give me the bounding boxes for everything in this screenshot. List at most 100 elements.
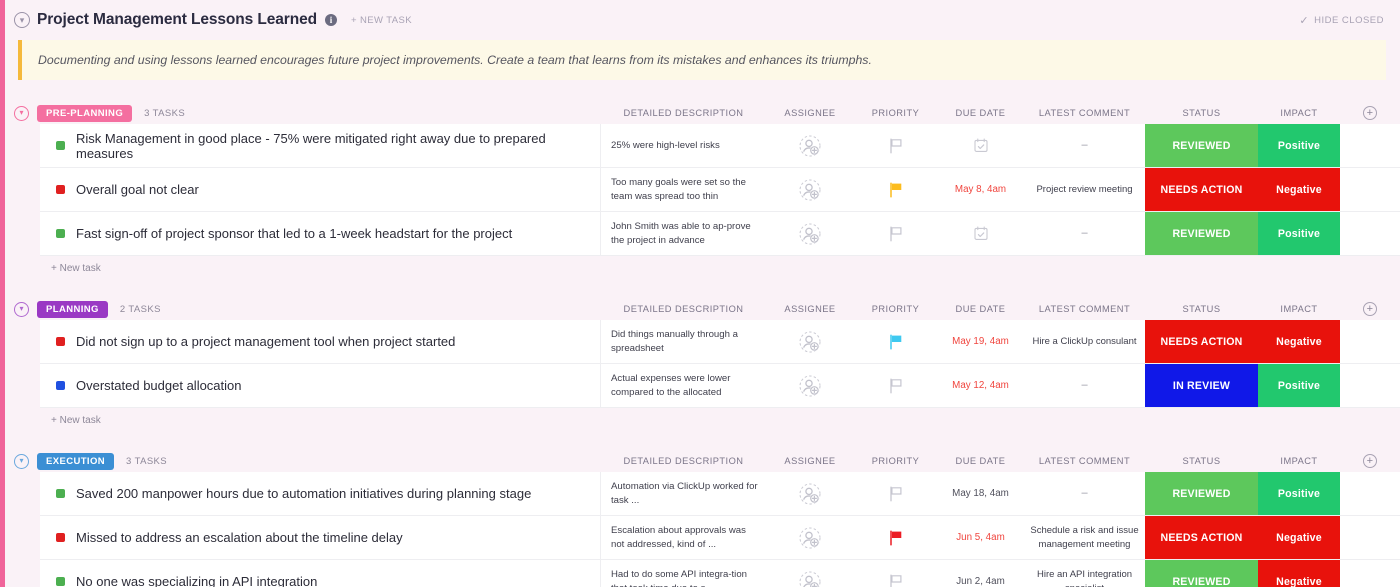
table-row[interactable]: Fast sign-off of project sponsor that le… xyxy=(40,212,1400,256)
detailed-description-cell[interactable]: John Smith was able to ap-prove the proj… xyxy=(601,212,766,255)
column-header-assignee[interactable]: ASSIGNEE xyxy=(766,304,854,314)
status-badge[interactable]: IN REVIEW xyxy=(1145,364,1258,407)
task-name-cell[interactable]: No one was specializing in API integrati… xyxy=(40,560,601,587)
latest-comment-empty[interactable]: – xyxy=(1081,226,1087,242)
priority-cell[interactable] xyxy=(854,472,937,515)
table-row[interactable]: Overall goal not clear Too many goals we… xyxy=(40,168,1400,212)
column-header-impact[interactable]: IMPACT xyxy=(1258,456,1340,466)
impact-cell[interactable]: Negative xyxy=(1258,168,1340,211)
due-date-calendar-icon[interactable] xyxy=(974,226,988,241)
due-date-cell[interactable]: Jun 5, 4am xyxy=(937,516,1024,559)
table-row[interactable]: Saved 200 manpower hours due to automati… xyxy=(40,472,1400,516)
due-date-value[interactable]: May 12, 4am xyxy=(952,380,1009,391)
task-name-cell[interactable]: Missed to address an escalation about th… xyxy=(40,516,601,559)
assignee-avatar-placeholder-icon[interactable] xyxy=(799,223,821,245)
task-status-bullet-icon[interactable] xyxy=(56,533,65,542)
add-column-icon[interactable]: + xyxy=(1363,454,1377,468)
assignee-cell[interactable] xyxy=(766,560,854,587)
impact-cell[interactable]: Negative xyxy=(1258,516,1340,559)
due-date-cell[interactable]: May 18, 4am xyxy=(937,472,1024,515)
assignee-cell[interactable] xyxy=(766,212,854,255)
priority-cell[interactable] xyxy=(854,516,937,559)
priority-cell[interactable] xyxy=(854,364,937,407)
task-name-cell[interactable]: Overall goal not clear xyxy=(40,168,601,211)
due-date-cell[interactable]: May 19, 4am xyxy=(937,320,1024,363)
impact-badge[interactable]: Negative xyxy=(1258,168,1340,211)
status-cell[interactable]: REVIEWED xyxy=(1145,212,1258,255)
assignee-avatar-placeholder-icon[interactable] xyxy=(799,179,821,201)
column-header-priority[interactable]: PRIORITY xyxy=(854,304,937,314)
table-row[interactable]: No one was specializing in API integrati… xyxy=(40,560,1400,587)
latest-comment-cell[interactable]: – xyxy=(1024,212,1145,255)
assignee-cell[interactable] xyxy=(766,364,854,407)
status-badge[interactable]: REVIEWED xyxy=(1145,560,1258,587)
impact-badge[interactable]: Negative xyxy=(1258,516,1340,559)
due-date-value[interactable]: May 8, 4am xyxy=(955,184,1006,195)
status-cell[interactable]: NEEDS ACTION xyxy=(1145,516,1258,559)
task-status-bullet-icon[interactable] xyxy=(56,185,65,194)
due-date-cell[interactable]: May 12, 4am xyxy=(937,364,1024,407)
new-task-row[interactable]: + New task xyxy=(40,256,1400,280)
column-header-latest-comment[interactable]: LATEST COMMENT xyxy=(1024,108,1145,118)
info-icon[interactable]: i xyxy=(325,14,337,26)
due-date-cell[interactable]: Jun 2, 4am xyxy=(937,560,1024,587)
task-name-cell[interactable]: Fast sign-off of project sponsor that le… xyxy=(40,212,601,255)
column-header-priority[interactable]: PRIORITY xyxy=(854,108,937,118)
table-row[interactable]: Overstated budget allocation Actual expe… xyxy=(40,364,1400,408)
task-status-bullet-icon[interactable] xyxy=(56,381,65,390)
assignee-cell[interactable] xyxy=(766,516,854,559)
detailed-description-cell[interactable]: Automation via ClickUp worked for task .… xyxy=(601,472,766,515)
column-header-latest-comment[interactable]: LATEST COMMENT xyxy=(1024,456,1145,466)
impact-cell[interactable]: Positive xyxy=(1258,472,1340,515)
status-cell[interactable]: REVIEWED xyxy=(1145,560,1258,587)
task-status-bullet-icon[interactable] xyxy=(56,229,65,238)
column-header-impact[interactable]: IMPACT xyxy=(1258,304,1340,314)
assignee-avatar-placeholder-icon[interactable] xyxy=(799,483,821,505)
impact-badge[interactable]: Positive xyxy=(1258,472,1340,515)
collapse-group-icon[interactable]: ▾ xyxy=(14,302,29,317)
impact-cell[interactable]: Positive xyxy=(1258,212,1340,255)
status-badge[interactable]: REVIEWED xyxy=(1145,124,1258,167)
column-header-detailed-description[interactable]: DETAILED DESCRIPTION xyxy=(601,304,766,314)
status-cell[interactable]: IN REVIEW xyxy=(1145,364,1258,407)
task-status-bullet-icon[interactable] xyxy=(56,337,65,346)
collapse-list-icon[interactable]: ▾ xyxy=(14,12,30,28)
due-date-value[interactable]: May 18, 4am xyxy=(952,488,1009,499)
task-status-bullet-icon[interactable] xyxy=(56,577,65,586)
assignee-avatar-placeholder-icon[interactable] xyxy=(799,571,821,587)
status-cell[interactable]: NEEDS ACTION xyxy=(1145,168,1258,211)
impact-cell[interactable]: Positive xyxy=(1258,364,1340,407)
column-header-assignee[interactable]: ASSIGNEE xyxy=(766,108,854,118)
priority-flag-icon[interactable] xyxy=(889,486,903,502)
priority-flag-icon[interactable] xyxy=(889,226,903,242)
column-header-status[interactable]: STATUS xyxy=(1145,304,1258,314)
latest-comment-value[interactable]: Schedule a risk and issue management mee… xyxy=(1030,524,1139,552)
column-header-priority[interactable]: PRIORITY xyxy=(854,456,937,466)
impact-cell[interactable]: Positive xyxy=(1258,124,1340,167)
group-status-badge[interactable]: PLANNING xyxy=(37,301,108,318)
task-name-cell[interactable]: Risk Management in good place - 75% were… xyxy=(40,124,601,167)
column-header-impact[interactable]: IMPACT xyxy=(1258,108,1340,118)
latest-comment-cell[interactable]: – xyxy=(1024,124,1145,167)
status-badge[interactable]: NEEDS ACTION xyxy=(1145,168,1258,211)
impact-badge[interactable]: Positive xyxy=(1258,124,1340,167)
hide-closed-toggle[interactable]: ✓ HIDE CLOSED xyxy=(1299,14,1384,27)
impact-badge[interactable]: Negative xyxy=(1258,320,1340,363)
detailed-description-cell[interactable]: Too many goals were set so the team was … xyxy=(601,168,766,211)
column-header-status[interactable]: STATUS xyxy=(1145,456,1258,466)
priority-flag-icon[interactable] xyxy=(889,378,903,394)
priority-cell[interactable] xyxy=(854,168,937,211)
detailed-description-cell[interactable]: Escalation about approvals was not addre… xyxy=(601,516,766,559)
impact-cell[interactable]: Negative xyxy=(1258,560,1340,587)
priority-flag-icon[interactable] xyxy=(889,530,903,546)
status-badge[interactable]: REVIEWED xyxy=(1145,212,1258,255)
assignee-avatar-placeholder-icon[interactable] xyxy=(799,375,821,397)
latest-comment-value[interactable]: Project review meeting xyxy=(1036,183,1132,197)
column-header-due-date[interactable]: DUE DATE xyxy=(937,304,1024,314)
latest-comment-empty[interactable]: – xyxy=(1081,378,1087,394)
group-status-badge[interactable]: PRE-PLANNING xyxy=(37,105,132,122)
new-task-row[interactable]: + New task xyxy=(40,408,1400,432)
new-task-button[interactable]: + NEW TASK xyxy=(351,15,412,26)
impact-badge[interactable]: Positive xyxy=(1258,212,1340,255)
priority-flag-icon[interactable] xyxy=(889,138,903,154)
